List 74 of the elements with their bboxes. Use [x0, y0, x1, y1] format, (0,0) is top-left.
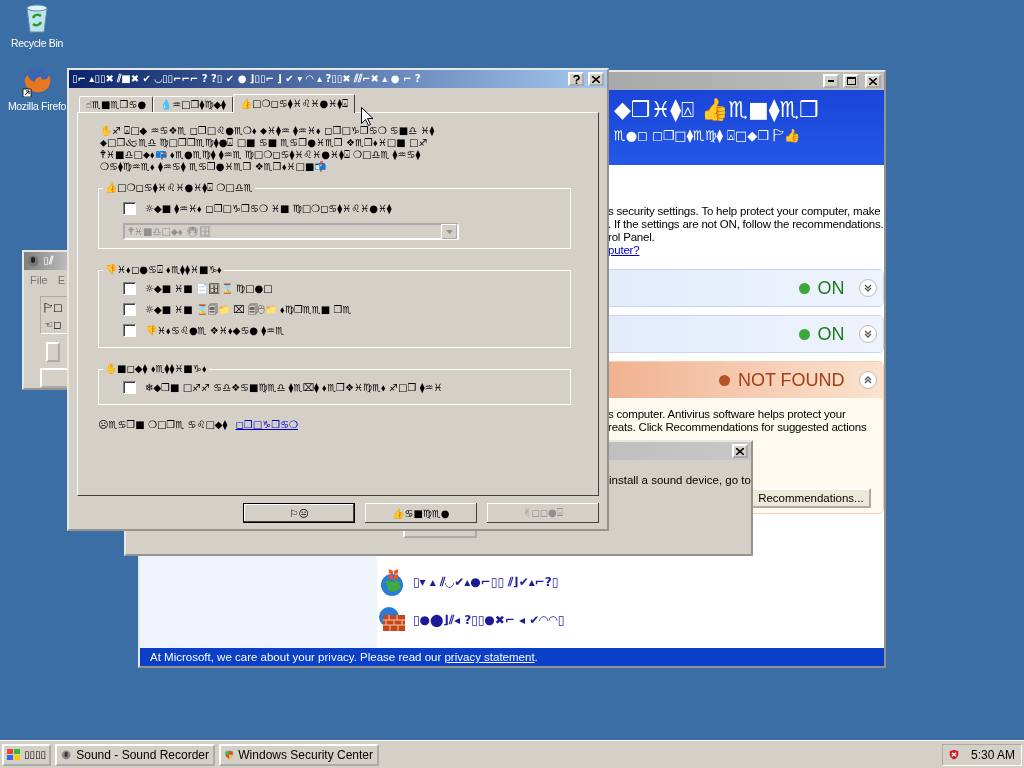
chevron-icon [863, 284, 872, 292]
tab[interactable]: ☝♏■♏❒♋● [79, 96, 154, 112]
description-text: ❍♋⧫♍♒♏⬧ ⧫♒♋⧫ ♏♋❒●♓♏❒ ❖♏❒⬧♓□■📬 [100, 161, 327, 173]
close-icon [592, 75, 600, 83]
dropdown-arrow-icon [445, 229, 453, 234]
clock: 5:30 AM [970, 747, 1015, 762]
message-text: install a sound device, go to [609, 474, 751, 486]
start-button[interactable]: ▯▯▯▯ [2, 743, 51, 766]
help-button[interactable] [568, 72, 584, 86]
intro-text: s security settings. To help protect your computer, make [608, 205, 882, 218]
section-text: reats. Click Recommendations for suggested actions [608, 421, 868, 434]
section-text: s computer. Antivirus software helps protect your [608, 408, 847, 421]
maximize-icon [846, 77, 856, 85]
close-icon [736, 447, 744, 455]
header-subtitle: ♏●◻ ◻❒□⧫♏♍⧫ ⍓□◆❒ 🏱👍 [614, 127, 801, 145]
intro-text: . If the settings are not ON, follow the recommendations. [608, 218, 884, 231]
close-button[interactable] [865, 74, 881, 88]
group-title: ✋■◻◆⧫ ⬧♏⧫⧫♓■♑⬧ [104, 363, 208, 375]
close-button[interactable] [732, 444, 748, 458]
privacy-link[interactable]: privacy statement [444, 651, 535, 663]
display-text: 🏱□ [44, 301, 64, 315]
group-title: 👍□❍◻♋⧫♓♌♓●♓⧫⍓ ❍□♎♏ [104, 182, 254, 194]
shield-icon[interactable] [949, 747, 959, 762]
maximize-button[interactable] [843, 74, 859, 88]
taskbar-button[interactable]: Sound - Sound Recorder [55, 743, 215, 766]
checkbox-label: ☼◆■ ♓■ ⌛🗐📁 ⌧ 🗐🖰📁 ⬧♍❒♏♏■ ❒♏ [145, 303, 352, 316]
checkbox-label: ☼◆■ ⧫♒♓⬧ ◻❒□♑❒♋❍ ♓■ ♍□❍◻♋⧫♓♌♓●♓⧫ [145, 202, 392, 215]
checkbox-label: 👎♓⬧♋♌●♏ ❖♓⬧◆♋● ⧫♒♏ [145, 324, 285, 337]
chevron-icon [863, 330, 872, 338]
header-title: ◆❒♓⧫⍓ 👍♏■⧫♏❒ [614, 97, 821, 122]
windows-flag-icon [7, 748, 21, 761]
expand-button[interactable] [858, 279, 877, 297]
description-text: ✋♐ ⍓□◆ ♒♋❖♏ ◻❒□♌●♏❍⬧ ⬥♓⧫♒ ⧫♒♓⬧ ◻❒□♑❒♋❍ ♋■♎ ♓⧫ [100, 125, 436, 137]
learn-more-text: ☹♏♋❒■ ❍□❒♏ ♋♌□◆⧫ [98, 419, 228, 431]
description-text: 🕈♓■♎□⬥⬧📪 ⬧♏●♏♍⧫ ⧫♒♏ ♍□❍◻♋⧫♓♌♓●♓⧫⍓ ❍□♎♏ ⧫♒♋⧫ [100, 149, 422, 161]
learn-more-link[interactable]: ◻❒□♑❒♋❍ [235, 419, 299, 431]
minimize-button[interactable] [823, 74, 839, 88]
window-title: ▯⫽ [43, 255, 55, 267]
checkbox-label: ☼◆■ ♓■ 📄🗄⌛ ♍□●□ [145, 282, 273, 295]
status-text: NOT FOUND [737, 369, 845, 391]
checkbox[interactable] [123, 202, 136, 215]
status-text: ON [817, 323, 845, 345]
help-link[interactable]: puter? [608, 244, 640, 256]
tab[interactable]: 💧♒□❒⧫♍◆⧫ [153, 96, 234, 112]
checkbox[interactable] [123, 324, 136, 337]
intro-text: rol Panel. [608, 231, 656, 244]
status-text: ON [817, 277, 845, 299]
expand-button[interactable] [858, 371, 877, 389]
resource-link[interactable]: ▯●⬤⌋⫽◂ ?▯▯●✖⌐ ◂ ✔◠◠▯ [413, 613, 565, 627]
browser-icon[interactable] [21, 65, 53, 97]
help-icon [572, 74, 580, 84]
dialog-button[interactable]: 👍♋■♍♏● [365, 503, 477, 523]
close-icon [869, 77, 877, 85]
checkbox[interactable] [123, 303, 136, 316]
resource-link[interactable]: ▯▾ ▴ ⫽◡✔▴●⌐▯▯ ⫽⌋✔▴⌐?▯ [413, 575, 559, 589]
description-text: ⬥□❒🙵♏♎ ♍□❒❒♏♍⧫●⍓ □■ ♋■ ♏♋❒●♓♏❒ ❖♏❒⬧♓□■ □♐ [100, 137, 429, 149]
expand-button[interactable] [858, 325, 877, 343]
tab[interactable]: 👍□❍◻♋⧫♓♌♓●♓⧫⍓ [233, 94, 356, 113]
close-button[interactable] [588, 72, 604, 86]
window-title: ▯⌐ ▴▯▯✖ ⫽■✖ ✔ ◡▯▯⌐⌐⌐ ? ?▯ ✔ ● ⌋▯▯⌐ ⌋ ✔ ▾ ◠ ▴ ?▯▯✖ ⫽⫽⌐✖ ▴ ● ⌐ ? [72, 73, 422, 85]
microphone-icon [27, 255, 39, 267]
checkbox[interactable] [123, 282, 136, 295]
display-text: ☜◻ [44, 319, 63, 330]
desktop-icon-label[interactable]: Recycle Bin [10, 37, 64, 49]
recommendations-button[interactable]: Recommendations... [751, 488, 871, 508]
minimize-icon [828, 80, 834, 82]
dialog-button[interactable]: ⚐😐 [243, 503, 355, 523]
group-title: 👎♓⬧◻●♋⍓ ⬧♏⧫⧫♓■♑⬧ [104, 264, 224, 276]
checkbox[interactable] [123, 381, 136, 394]
taskbar-button[interactable]: Windows Security Center [219, 743, 379, 766]
privacy-text: At Microsoft, we care about your privacy. Please read our privacy statement. [150, 651, 538, 663]
chevron-icon [863, 376, 872, 384]
desktop-icon-label[interactable]: Mozilla Firefo [7, 100, 67, 112]
slider-thumb[interactable] [46, 342, 60, 362]
